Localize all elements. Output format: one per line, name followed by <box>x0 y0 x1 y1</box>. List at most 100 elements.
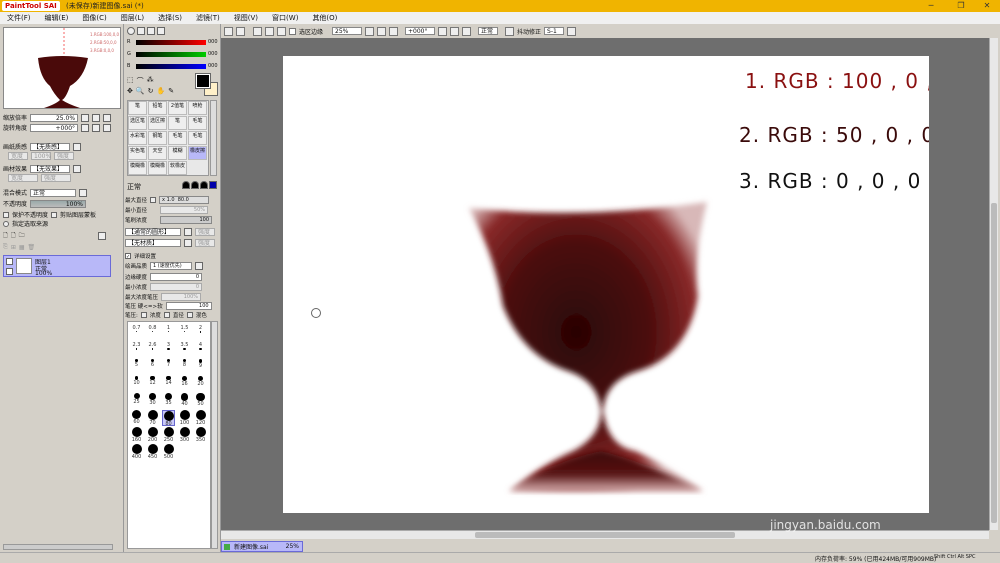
tool-slot-6[interactable]: 选区擦 <box>148 116 167 130</box>
protect-opacity-checkbox[interactable] <box>3 211 9 218</box>
tool-slot-4[interactable]: 喷枪 <box>188 101 207 115</box>
menu-layer[interactable]: 图层(L) <box>121 13 144 23</box>
horizontal-scroll-thumb[interactable] <box>475 532 735 538</box>
selection-edge-checkbox[interactable] <box>289 27 296 35</box>
brush-size-350[interactable]: 350 <box>194 427 207 443</box>
rotate-ccw-button[interactable] <box>438 26 448 36</box>
palette-tab[interactable] <box>157 27 165 35</box>
brush-size-10[interactable]: 10 <box>130 376 143 392</box>
layer-item[interactable]: 图层1 正常 100% <box>3 255 111 277</box>
r-slider[interactable] <box>136 40 206 45</box>
zoom-icon[interactable]: 🔍 <box>136 87 145 95</box>
rect-select-icon[interactable]: ⬚ <box>127 76 134 86</box>
lasso-icon[interactable]: ⌒ <box>137 76 144 86</box>
brush-size-4[interactable]: 4 <box>194 342 207 358</box>
eyedropper-icon[interactable]: ✎ <box>168 87 174 95</box>
pressure-slider[interactable]: 100 <box>165 302 212 310</box>
blend-mode-dropdown[interactable] <box>79 188 88 197</box>
tool-slot-16[interactable]: 橡皮擦 <box>188 146 207 160</box>
max-diameter-toggle[interactable] <box>150 197 157 203</box>
tool-slot-12[interactable]: 毛笔 <box>188 131 207 145</box>
brush-size-500[interactable]: 500 <box>162 444 175 460</box>
tool-slot-14[interactable]: 天空 <box>148 146 167 160</box>
paper-texture-dropdown[interactable] <box>73 142 82 151</box>
brush-density-slider[interactable]: 100 <box>160 216 213 224</box>
tool-slot-13[interactable]: 实色笔 <box>128 146 147 160</box>
brush-size-3-5[interactable]: 3.5 <box>178 342 191 358</box>
tool-slot-11[interactable]: 毛笔 <box>168 131 187 145</box>
clip-mask-checkbox[interactable] <box>51 211 58 218</box>
tool-slot-8[interactable]: 毛笔 <box>188 116 207 130</box>
menu-window[interactable]: 窗口(W) <box>272 13 298 23</box>
opacity-slider[interactable]: 100% <box>30 199 87 208</box>
brush-size-16[interactable]: 16 <box>178 376 191 392</box>
brush-texture-select[interactable]: 【无材质】 <box>125 239 181 247</box>
brush-size-2-3[interactable]: 2.3 <box>130 342 143 358</box>
brush-size-400[interactable]: 400 <box>130 444 143 460</box>
zoom-minus-button[interactable] <box>81 113 90 122</box>
brush-size-40[interactable]: 40 <box>178 393 191 409</box>
hsv-slider-tab[interactable] <box>147 27 155 35</box>
brush-size-2-6[interactable]: 2.6 <box>146 342 159 358</box>
brush-size-35[interactable]: 35 <box>162 393 175 409</box>
rotate-cw-button[interactable] <box>450 26 460 36</box>
brush-size-30[interactable]: 30 <box>146 393 159 409</box>
max-pressure-slider[interactable]: 100% <box>161 293 202 301</box>
tool-slot-15[interactable]: 模糊 <box>168 146 187 160</box>
menu-other[interactable]: 其他(O) <box>312 13 337 23</box>
stabilizer-select[interactable]: S-1 <box>544 27 565 35</box>
close-button[interactable]: ✕ <box>976 0 998 12</box>
vertical-scroll-thumb[interactable] <box>991 203 997 523</box>
redo-button[interactable] <box>236 26 245 36</box>
brush-size-20[interactable]: 20 <box>194 376 207 392</box>
paper-texture-select[interactable]: 【无质感】 <box>30 142 71 151</box>
zoom-reset-button[interactable] <box>103 113 112 122</box>
menu-edit[interactable]: 编辑(E) <box>45 13 69 23</box>
zoom-out-button[interactable] <box>365 26 375 36</box>
paper-effect-select[interactable]: 【无效果】 <box>30 164 71 173</box>
pressure-blend-checkbox[interactable] <box>186 312 193 318</box>
pressure-density-checkbox[interactable] <box>140 312 147 318</box>
tip-round-3-icon[interactable] <box>200 181 208 189</box>
brush-texture-dropdown[interactable] <box>184 239 192 247</box>
rotate-reset-button[interactable] <box>103 123 112 132</box>
menu-filter[interactable]: 滤镜(T) <box>196 13 220 23</box>
brush-size-1-5[interactable]: 1.5 <box>178 325 191 341</box>
tool-slot-10[interactable]: 钢笔 <box>148 131 167 145</box>
min-diameter-slider[interactable]: 50% <box>160 206 209 214</box>
menu-view[interactable]: 视图(V) <box>234 13 258 23</box>
brush-size-300[interactable]: 300 <box>178 427 191 443</box>
tool-grid-scrollbar[interactable] <box>210 100 217 176</box>
paper-effect-dropdown[interactable] <box>73 164 82 173</box>
brush-size-70[interactable]: 70 <box>146 410 159 426</box>
layer-mask-icon[interactable]: ⊞ <box>11 244 16 251</box>
tool-slot-18[interactable]: 模糊橡 <box>148 161 167 175</box>
canvas-mode-select[interactable]: 正常 <box>478 27 499 35</box>
brush-size-8[interactable]: 8 <box>178 359 191 375</box>
undo-button[interactable] <box>224 26 233 36</box>
navigator-preview[interactable]: 1.RGB:100,0,0 2.RGB:50,0,0 3.RGB:0,0,0 <box>3 27 121 109</box>
brush-size-scrollbar[interactable] <box>211 321 218 549</box>
max-diameter-slider[interactable]: x 1.0 80.0 <box>159 196 210 204</box>
blend-mode-select[interactable]: 正常 <box>30 188 77 197</box>
brush-size-5[interactable]: 5 <box>130 359 143 375</box>
brush-size-12[interactable]: 12 <box>146 376 159 392</box>
tool-slot-5[interactable]: 选区笔 <box>128 116 147 130</box>
brush-size-160[interactable]: 160 <box>130 427 143 443</box>
color-wheel-tab[interactable] <box>127 27 135 35</box>
layer-merge-icon[interactable]: ▦ <box>19 244 25 251</box>
brush-size-14[interactable]: 14 <box>162 376 175 392</box>
brush-size-120[interactable]: 120 <box>194 410 207 426</box>
min-density-slider[interactable]: 0 <box>150 283 203 291</box>
rotate-input[interactable]: +000° <box>30 123 79 132</box>
canvas-paper[interactable]: 1. RGB : 100 , 0 , 0 2. RGB : 50 , 0 , 0… <box>283 56 954 513</box>
detail-settings-checkbox[interactable]: ✓ <box>125 253 131 260</box>
tip-flat-icon[interactable] <box>209 181 217 189</box>
g-slider[interactable] <box>136 52 206 57</box>
brush-size-9[interactable]: 9 <box>194 359 207 375</box>
new-folder-icon[interactable]: 🗀 <box>19 231 25 241</box>
flip-button[interactable] <box>505 26 515 36</box>
tool-slot-3[interactable]: 2值笔 <box>168 101 187 115</box>
brush-size-7[interactable]: 7 <box>162 359 175 375</box>
tool-slot-2[interactable]: 铅笔 <box>148 101 167 115</box>
